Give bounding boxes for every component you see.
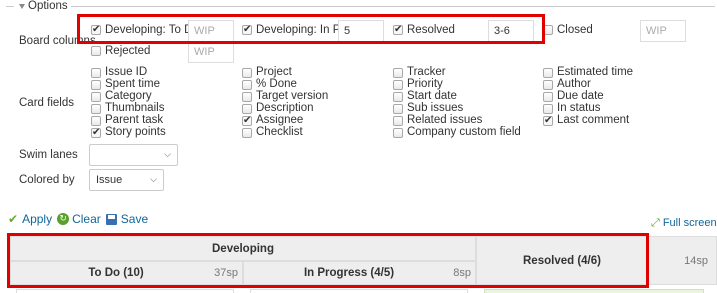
full-screen-link[interactable]: ⤢ Full screen — [651, 216, 717, 230]
checkmark-icon: ✔ — [8, 212, 19, 226]
field-checkbox[interactable] — [393, 68, 403, 78]
field-checkbox[interactable] — [543, 80, 553, 90]
field-checkbox[interactable] — [393, 92, 403, 102]
field-checkbox[interactable] — [393, 128, 403, 138]
apply-link[interactable]: Apply — [22, 212, 52, 226]
field-checkbox[interactable] — [543, 104, 553, 114]
field-label: Story points — [105, 126, 166, 138]
field-checkbox[interactable] — [393, 80, 403, 90]
field-label: Start date — [407, 90, 457, 102]
save-link[interactable]: Save — [121, 212, 148, 226]
wip-input-closed[interactable]: WIP — [640, 20, 686, 42]
save-disk-icon — [105, 213, 117, 225]
field-checkbox[interactable] — [91, 127, 101, 139]
field-label: Thumbnails — [105, 102, 165, 114]
card-item[interactable] — [484, 289, 704, 293]
field-checkbox[interactable] — [91, 116, 101, 126]
field-label: Author — [557, 78, 591, 90]
field-checkbox[interactable] — [242, 92, 252, 102]
field-checkbox[interactable] — [393, 104, 403, 114]
field-checkbox[interactable] — [242, 104, 252, 114]
chevron-down-icon: ⌵ — [150, 175, 157, 185]
colored-by-select[interactable]: Issue ⌵ — [89, 169, 164, 191]
options-legend-label: Options — [28, 0, 68, 12]
full-screen-label: Full screen — [662, 217, 717, 229]
field-label: Parent task — [105, 114, 164, 126]
field-checkbox[interactable] — [543, 68, 553, 78]
field-checkbox[interactable] — [91, 68, 101, 78]
field-label: % Done — [256, 78, 297, 90]
colored-by-label: Colored by — [19, 174, 75, 186]
field-label: Spent time — [105, 78, 160, 90]
field-label: Category — [105, 90, 152, 102]
field-checkbox[interactable] — [242, 115, 252, 127]
field-label: Checklist — [256, 126, 303, 138]
field-label: Assignee — [256, 114, 304, 126]
column-label-closed: Closed — [557, 24, 593, 36]
card-item[interactable] — [16, 289, 234, 293]
field-label: Company custom field — [407, 126, 521, 138]
wip-input-rejected[interactable]: WIP — [188, 41, 234, 63]
field-label: Related issues — [407, 114, 483, 126]
field-label: Tracker — [407, 66, 446, 78]
field-label: Last comment — [557, 114, 630, 126]
swim-lanes-select[interactable]: ⌵ — [89, 144, 178, 166]
field-checkbox[interactable] — [91, 80, 101, 90]
collapse-triangle-icon — [19, 3, 25, 9]
field-checkbox[interactable] — [543, 115, 553, 127]
field-label: Issue ID — [105, 66, 148, 78]
field-label: Target version — [256, 90, 329, 102]
action-bar: ✔ Apply ↻ Clear Save — [8, 212, 148, 226]
reload-icon: ↻ — [57, 213, 70, 225]
highlight-box-columns — [77, 14, 545, 44]
chevron-down-icon: ⌵ — [164, 150, 171, 160]
colored-by-value: Issue — [96, 174, 123, 186]
column-label-rejected: Rejected — [105, 45, 151, 57]
field-label: Sub issues — [407, 102, 464, 114]
field-label: In status — [557, 102, 601, 114]
field-label: Due date — [557, 90, 604, 102]
options-toggle[interactable]: Options — [16, 0, 71, 12]
field-checkbox[interactable] — [242, 128, 252, 138]
highlight-box-board — [7, 233, 649, 288]
swim-lanes-label: Swim lanes — [19, 149, 78, 161]
field-label: Estimated time — [557, 66, 634, 78]
field-checkbox[interactable] — [91, 104, 101, 114]
field-checkbox[interactable] — [393, 116, 403, 126]
field-label: Priority — [407, 78, 443, 90]
field-label: Description — [256, 102, 314, 114]
column-checkbox-rejected[interactable] — [91, 46, 101, 56]
field-label: Project — [256, 66, 292, 78]
card-item[interactable] — [250, 289, 468, 293]
expand-arrows-icon: ⤢ — [651, 216, 660, 229]
clear-link[interactable]: Clear — [72, 212, 101, 226]
field-checkbox[interactable] — [91, 92, 101, 102]
story-points: 14sp — [684, 255, 708, 267]
field-checkbox[interactable] — [242, 80, 252, 90]
field-checkbox[interactable] — [242, 68, 252, 78]
field-checkbox[interactable] — [543, 92, 553, 102]
card-fields-label: Card fields — [19, 97, 74, 109]
